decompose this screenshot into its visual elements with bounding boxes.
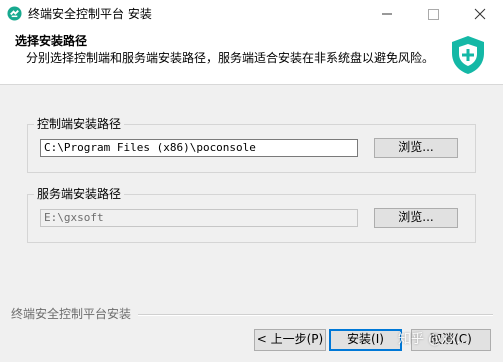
install-button[interactable]: 安装(I)	[329, 329, 402, 351]
minimize-button[interactable]	[364, 0, 410, 28]
server-path-label: 服务端安装路径	[34, 185, 125, 203]
server-path-group: 服务端安装路径 浏览...	[27, 185, 476, 243]
footer-brand: 终端安全控制平台安装	[11, 307, 132, 321]
minimize-icon	[382, 13, 392, 15]
app-logo-icon	[7, 6, 22, 21]
watermark: 知乎 @xx...	[398, 332, 469, 347]
server-path-input[interactable]	[40, 209, 358, 227]
back-button[interactable]: < 上一步(P)	[254, 329, 326, 351]
close-icon	[474, 8, 486, 20]
footer-divider	[138, 314, 493, 316]
page-subtitle: 分别选择控制端和服务端安装路径，服务端适合安装在非系统盘以避免风险。	[26, 51, 435, 65]
close-button[interactable]	[457, 0, 503, 28]
window-title: 终端安全控制平台 安装	[28, 7, 152, 21]
console-browse-button[interactable]: 浏览...	[374, 138, 458, 158]
wizard-header: 选择安装路径 分别选择控制端和服务端安装路径，服务端适合安装在非系统盘以避免风险…	[0, 28, 503, 85]
console-path-group: 控制端安装路径 浏览...	[27, 115, 476, 173]
maximize-icon	[428, 9, 439, 20]
shield-icon	[452, 36, 484, 74]
page-title: 选择安装路径	[15, 34, 88, 48]
server-browse-button[interactable]: 浏览...	[374, 208, 458, 228]
console-path-input[interactable]	[40, 139, 358, 157]
title-bar: 终端安全控制平台 安装	[0, 0, 503, 28]
console-path-label: 控制端安装路径	[34, 115, 125, 133]
maximize-button[interactable]	[410, 0, 456, 28]
